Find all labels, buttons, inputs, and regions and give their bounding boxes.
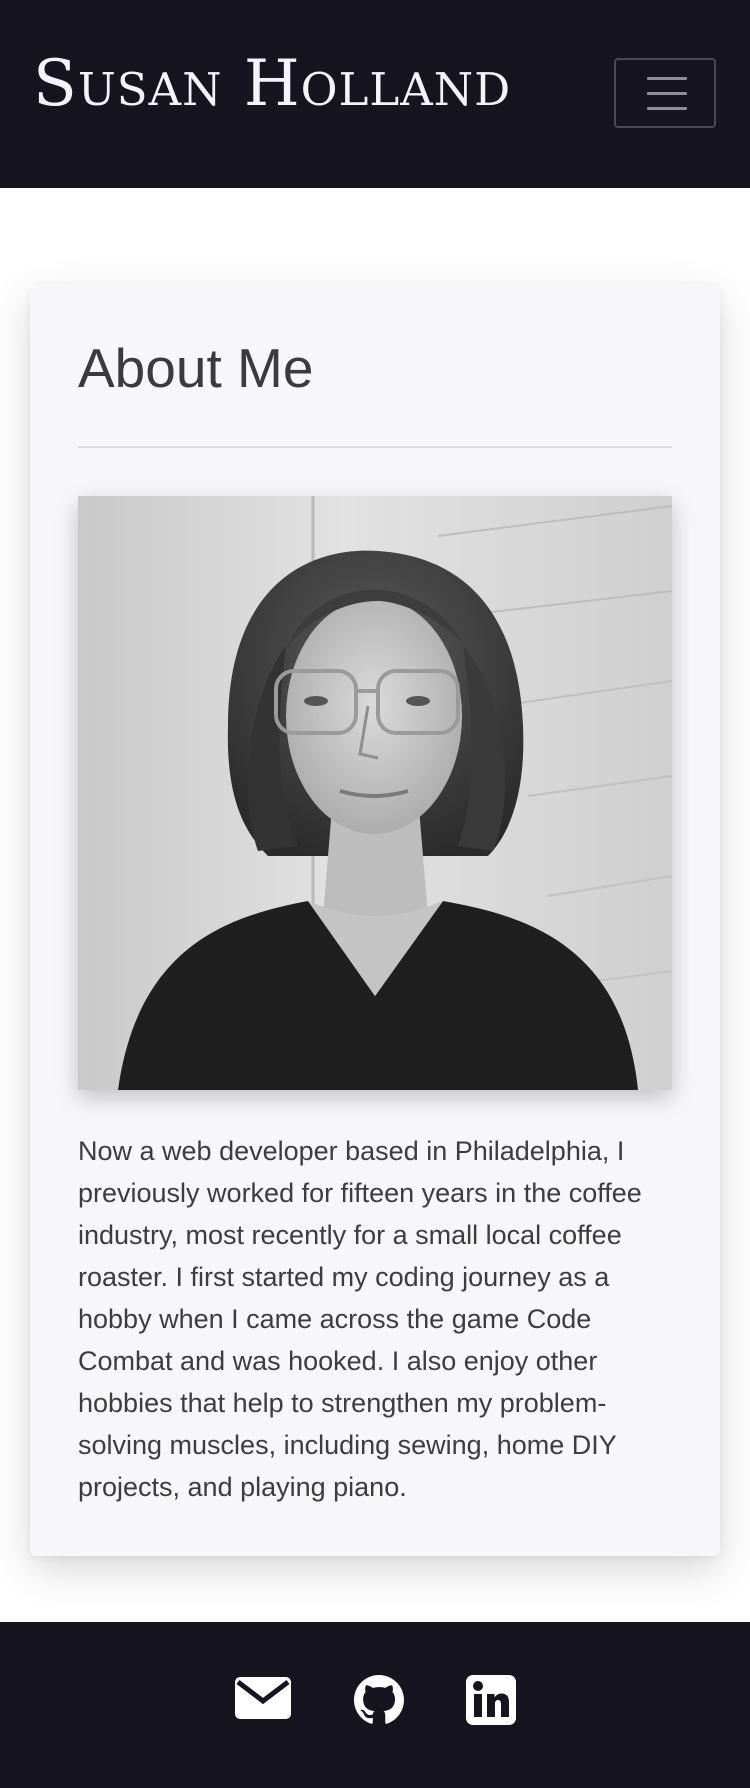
envelope-icon [235, 1677, 291, 1719]
hamburger-icon [647, 92, 687, 95]
profile-photo [78, 496, 672, 1090]
github-icon [354, 1675, 404, 1724]
divider [78, 446, 672, 448]
portrait-photo [78, 496, 672, 1090]
menu-toggle-button[interactable] [614, 58, 716, 128]
linkedin-link[interactable] [466, 1675, 516, 1725]
about-card: About Me Now a web developer based in Ph… [30, 284, 720, 1556]
section-title: About Me [78, 337, 314, 399]
brand-name[interactable]: Susan Holland [33, 52, 511, 116]
email-link[interactable] [235, 1675, 291, 1725]
github-link[interactable] [354, 1675, 404, 1725]
hamburger-icon [647, 107, 687, 110]
linkedin-icon [466, 1675, 516, 1725]
footer [0, 1622, 750, 1788]
hamburger-icon [647, 77, 687, 80]
bio-text: Now a web developer based in Philadelphi… [78, 1136, 642, 1502]
navbar: Susan Holland [0, 0, 750, 188]
